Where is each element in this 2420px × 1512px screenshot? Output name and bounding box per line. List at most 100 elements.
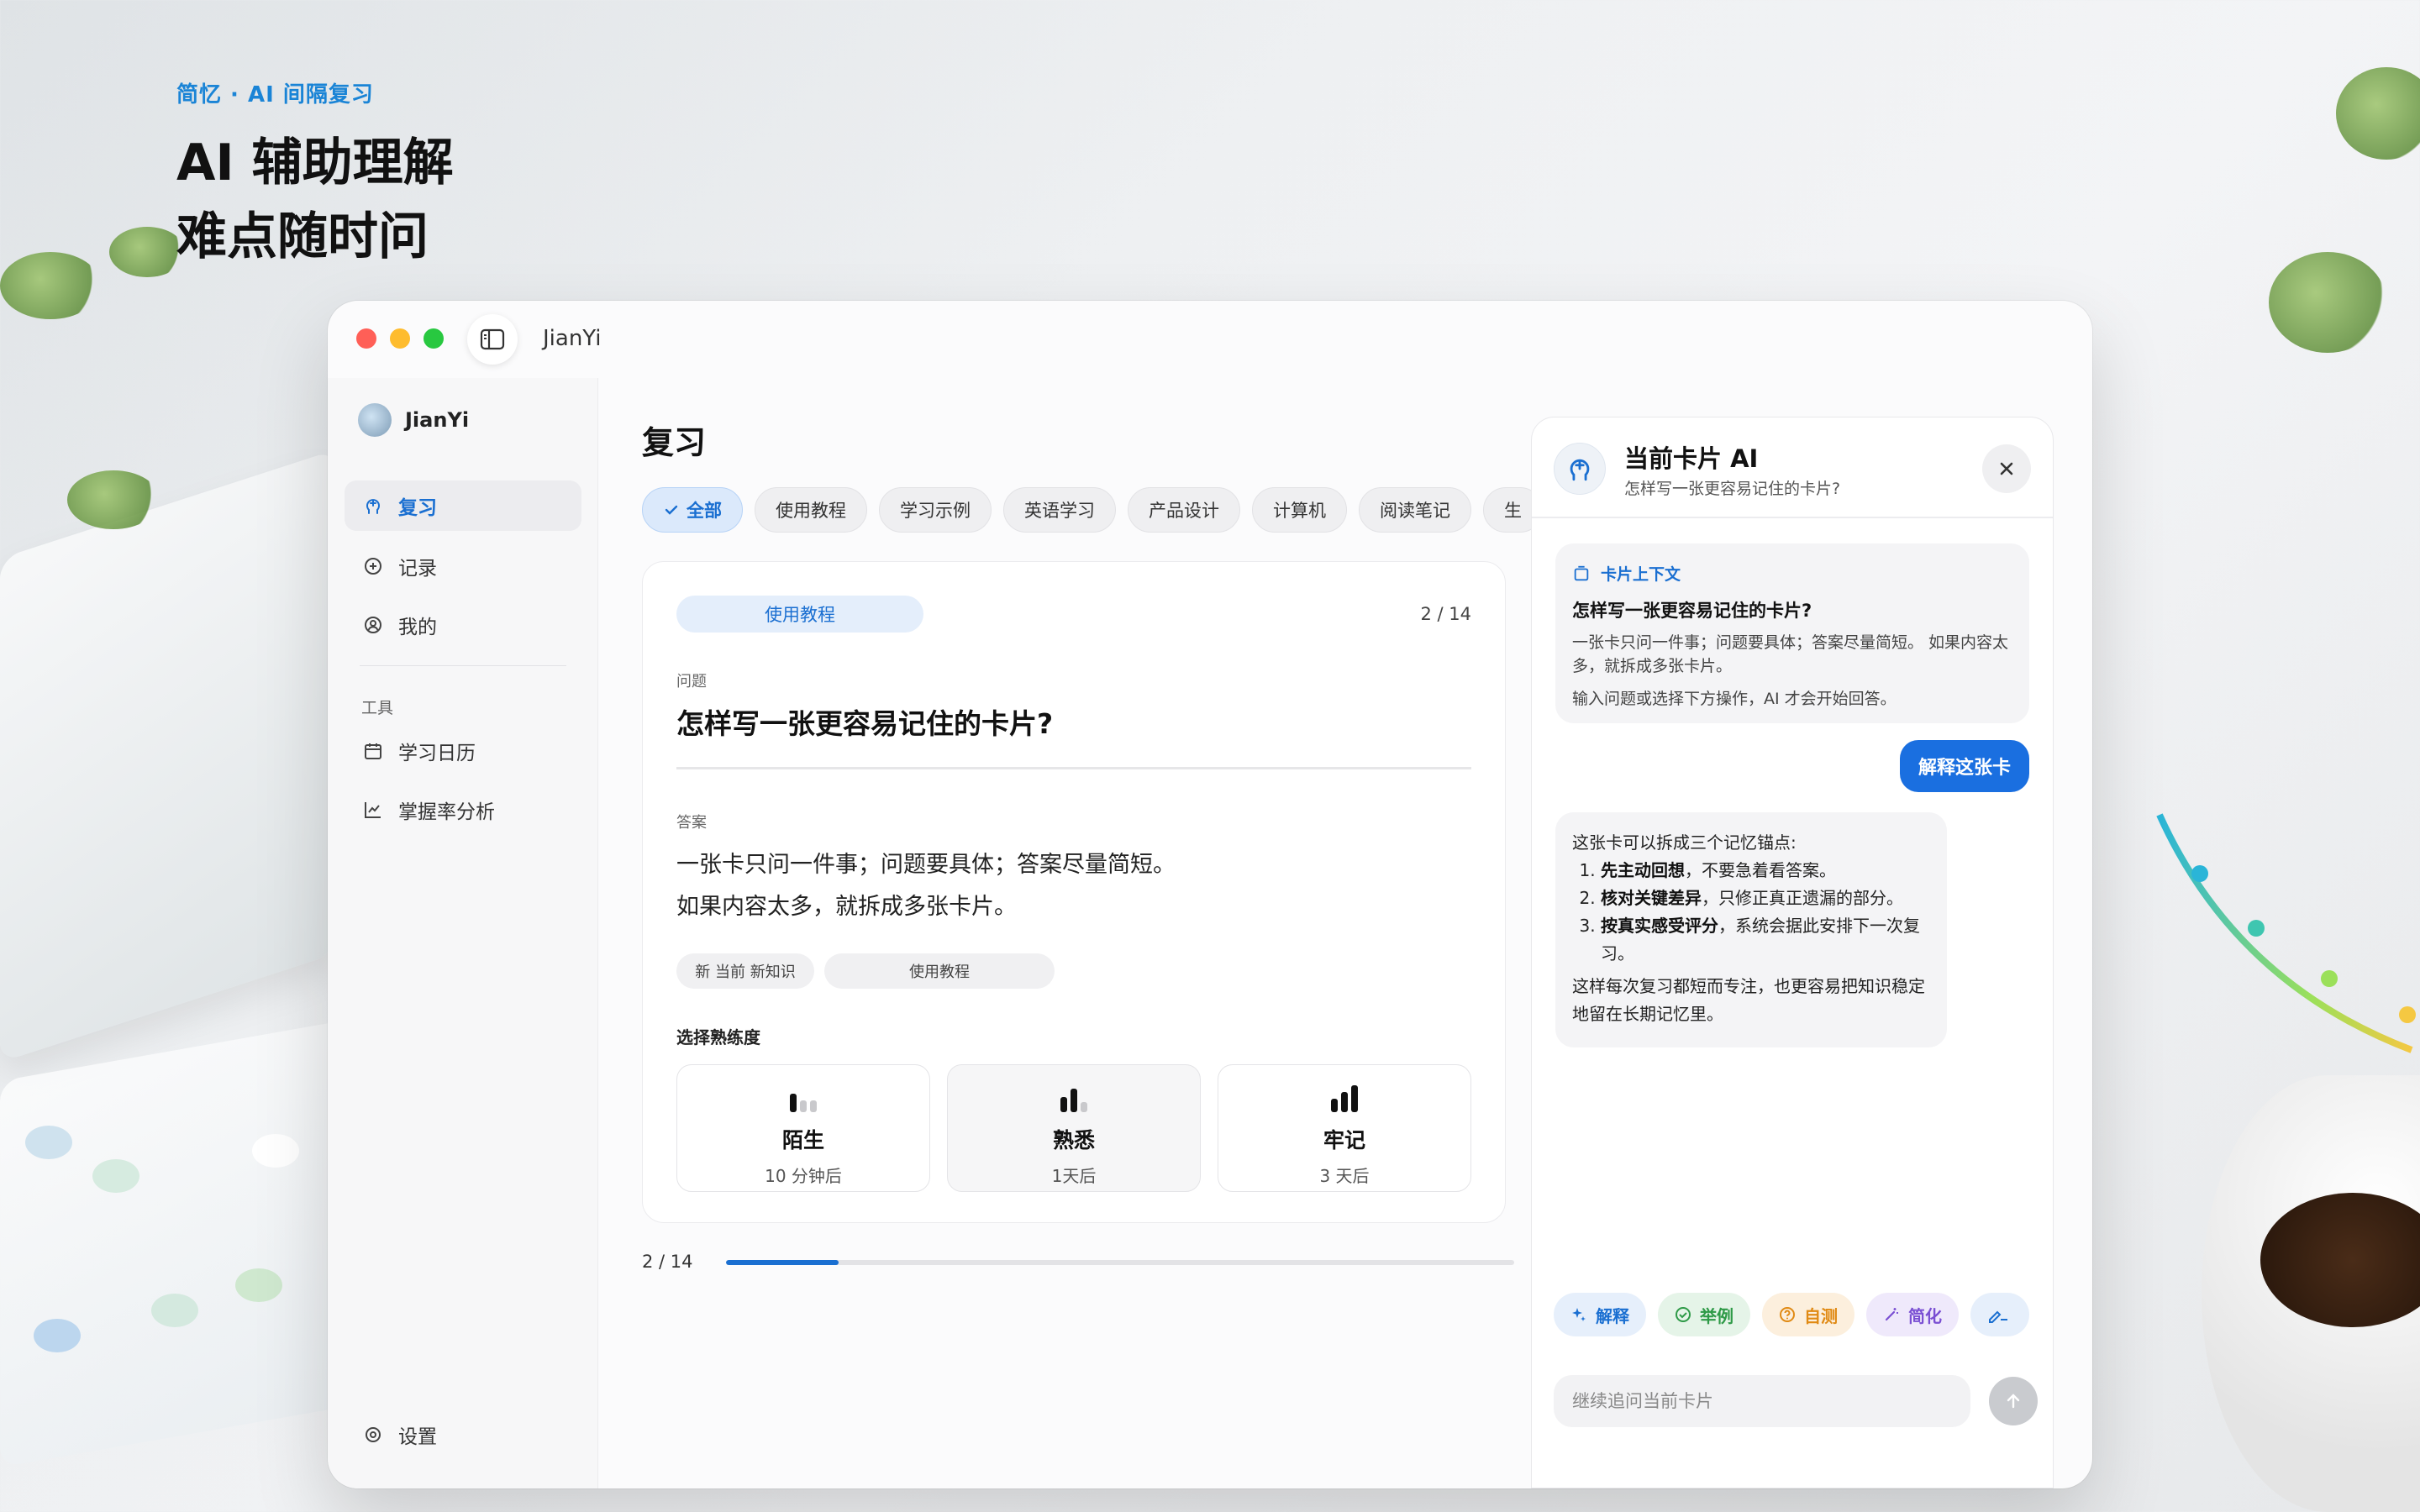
sidebar-item-calendar[interactable]: 学习日历 xyxy=(345,726,581,776)
level-button-unfamiliar[interactable]: 陌生 10 分钟后 xyxy=(676,1064,930,1192)
level-name: 陌生 xyxy=(781,1128,824,1152)
card-context-label: 卡片上下文 xyxy=(1601,565,1681,584)
level-strength-icon xyxy=(1060,1085,1087,1112)
answer-line: 如果内容太多，就拆成多张卡片。 xyxy=(676,894,1017,920)
card-deck-badge: 使用教程 xyxy=(824,953,1055,989)
progress-fill xyxy=(726,1260,839,1265)
sidebar-icon xyxy=(480,328,505,350)
answer-text: 一张卡只问一件事；问题要具体；答案尽量简短。 如果内容太多，就拆成多张卡片。 xyxy=(676,844,1176,928)
level-strength-icon xyxy=(1331,1085,1358,1112)
action-example-button[interactable]: 举例 xyxy=(1658,1293,1750,1336)
sidebar-toggle-button[interactable] xyxy=(467,314,518,365)
progress-bar xyxy=(726,1260,1514,1265)
chart-icon xyxy=(363,800,383,820)
chip-english[interactable]: 英语学习 xyxy=(1003,487,1116,533)
card-counter: 2 / 14 xyxy=(1420,604,1471,624)
answer-line: 一张卡只问一件事；问题要具体；答案尽量简短。 xyxy=(676,852,1176,878)
chip-computer[interactable]: 计算机 xyxy=(1252,487,1347,533)
calendar-icon xyxy=(363,741,383,761)
brand-name: JianYi xyxy=(405,408,470,432)
page-title: 复习 xyxy=(642,424,707,461)
ai-panel-header: 当前卡片 AI 怎样写一张更容易记住的卡片? xyxy=(1532,417,2053,518)
level-interval: 1天后 xyxy=(1051,1166,1097,1186)
ai-message-point: 核对关键差异，只修正真正遗漏的部分。 xyxy=(1601,885,1930,912)
ai-message-outro: 这样每次复习都短而专注，也更容易把知识稳定地留在长期记忆里。 xyxy=(1572,976,1925,1024)
ai-brain-icon xyxy=(1554,443,1606,495)
gear-icon xyxy=(363,1425,383,1445)
action-simplify-button[interactable]: 简化 xyxy=(1866,1293,1959,1336)
level-button-mastered[interactable]: 牢记 3 天后 xyxy=(1218,1064,1471,1192)
arrow-up-icon xyxy=(2007,1394,2020,1409)
chip-tutorial[interactable]: 使用教程 xyxy=(755,487,867,533)
app-window: JianYi JianYi 复习 记录 我的 工具 学习日历 掌握率分析 设置 … xyxy=(328,301,2092,1488)
brain-icon xyxy=(363,496,383,516)
check-circle-icon xyxy=(1676,1307,1691,1322)
hero-title: AI 辅助理解 难点随时问 xyxy=(176,126,454,274)
ai-message-list: 先主动回想，不要急着看答案。 核对关键差异，只修正真正遗漏的部分。 按真实感受评… xyxy=(1572,857,1930,968)
action-edit-button[interactable] xyxy=(1970,1293,2029,1336)
titlebar: JianYi xyxy=(328,301,2092,378)
background-dot xyxy=(34,1319,81,1352)
sidebar-item-label: 复习 xyxy=(398,497,437,519)
background-card-stack xyxy=(0,449,336,1063)
chip-label: 全部 xyxy=(687,501,722,521)
zoom-window-button[interactable] xyxy=(424,328,444,349)
chip-example[interactable]: 学习示例 xyxy=(879,487,992,533)
level-name: 牢记 xyxy=(1323,1128,1365,1152)
ai-message-point: 按真实感受评分，系统会据此安排下一次复习。 xyxy=(1601,912,1930,968)
card-context-answer: 一张卡只问一件事；问题要具体；答案尽量简短。 如果内容太多，就拆成多张卡片。 xyxy=(1572,633,2009,675)
background-tray xyxy=(0,1018,353,1468)
card-context-box: 卡片上下文 怎样写一张更容易记住的卡片? 一张卡只问一件事；问题要具体；答案尽量… xyxy=(1555,543,2029,723)
question-circle-icon xyxy=(1780,1307,1795,1322)
action-selftest-button[interactable]: 自测 xyxy=(1762,1293,1854,1336)
card-divider xyxy=(676,767,1471,769)
card-context-hint: 输入问题或选择下方操作，AI 才会开始回答。 xyxy=(1572,690,1897,708)
review-card: 使用教程 2 / 14 问题 怎样写一张更容易记住的卡片? 答案 一张卡只问一件… xyxy=(642,561,1506,1223)
sidebar-item-label: 学习日历 xyxy=(398,743,476,764)
action-explain-button[interactable]: 解释 xyxy=(1554,1293,1646,1336)
level-title: 选择熟练度 xyxy=(676,1027,760,1047)
sidebar-item-analysis[interactable]: 掌握率分析 xyxy=(345,785,581,835)
ai-input-box xyxy=(1554,1375,1970,1427)
sidebar-brand[interactable]: JianYi xyxy=(358,403,469,437)
pen-icon xyxy=(1989,1310,2007,1323)
brand-logo-icon xyxy=(358,403,392,437)
ai-message-intro: 这张卡可以拆成三个记忆锚点: xyxy=(1572,832,1797,853)
level-interval: 10 分钟后 xyxy=(765,1166,842,1186)
ai-message: 这张卡可以拆成三个记忆锚点: 先主动回想，不要急着看答案。 核对关键差异，只修正… xyxy=(1555,812,1947,1047)
background-dot xyxy=(92,1159,139,1193)
level-button-familiar[interactable]: 熟悉 1天后 xyxy=(947,1064,1201,1192)
sidebar-item-settings[interactable]: 设置 xyxy=(345,1410,581,1460)
hero-title-line2: 难点随时问 xyxy=(176,207,429,266)
close-window-button[interactable] xyxy=(356,328,376,349)
ai-close-button[interactable] xyxy=(1982,444,2031,493)
sidebar-divider xyxy=(360,665,566,666)
close-icon xyxy=(2000,462,2013,475)
question-text: 怎样写一张更容易记住的卡片? xyxy=(676,707,1054,740)
wand-icon xyxy=(1885,1308,1898,1321)
sidebar: JianYi 复习 记录 我的 工具 学习日历 掌握率分析 设置 xyxy=(328,378,598,1488)
sidebar-item-mine[interactable]: 我的 xyxy=(345,600,581,650)
ai-followup-input[interactable] xyxy=(1572,1391,1970,1411)
sidebar-item-record[interactable]: 记录 xyxy=(345,541,581,591)
chip-product[interactable]: 产品设计 xyxy=(1128,487,1240,533)
card-context-question: 怎样写一张更容易记住的卡片? xyxy=(1572,601,1812,621)
chip-reading[interactable]: 阅读笔记 xyxy=(1359,487,1471,533)
sparkle-icon xyxy=(1572,1308,1586,1321)
user-message: 解释这张卡 xyxy=(1899,740,2029,792)
level-name: 熟悉 xyxy=(1052,1128,1095,1152)
background-dot xyxy=(252,1134,299,1168)
background-curve xyxy=(2156,813,2416,1053)
background-leaf xyxy=(2269,252,2386,353)
chip-all[interactable]: 全部 xyxy=(642,487,743,533)
progress-label: 2 / 14 xyxy=(642,1252,693,1272)
window-title: JianYi xyxy=(543,326,602,351)
background-leaf xyxy=(2336,67,2420,160)
ai-panel-title: 当前卡片 AI xyxy=(1624,444,1759,473)
minimize-window-button[interactable] xyxy=(390,328,410,349)
card-context-header: 卡片上下文 xyxy=(1572,562,1681,585)
sidebar-item-label: 记录 xyxy=(398,558,437,580)
send-button[interactable] xyxy=(1989,1377,2038,1425)
card-icon xyxy=(1574,565,1589,580)
sidebar-item-review[interactable]: 复习 xyxy=(345,480,581,531)
